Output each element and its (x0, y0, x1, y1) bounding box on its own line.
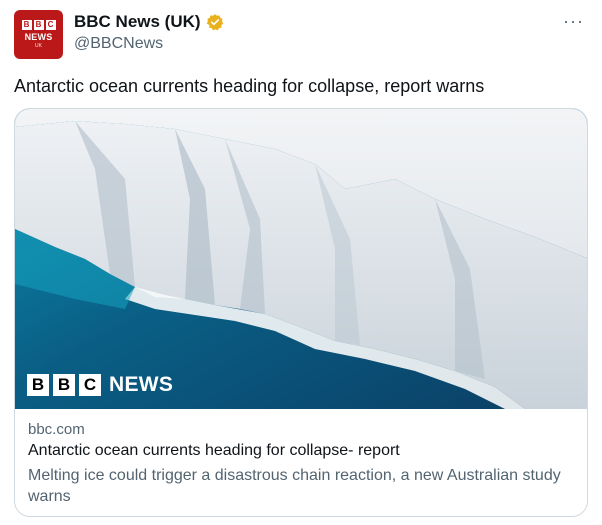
tweet-header: B B C NEWS UK BBC News (UK) @BBCNews ··· (14, 10, 590, 62)
iceberg-photo (15, 109, 587, 409)
verified-badge-icon (206, 14, 223, 31)
logo-letter: C (79, 374, 101, 396)
card-meta: bbc.com Antarctic ocean currents heading… (28, 421, 576, 507)
logo-word: NEWS (24, 32, 53, 42)
card-domain: bbc.com (28, 421, 85, 438)
bbc-logo-icon: B B C (21, 20, 56, 30)
display-name[interactable]: BBC News (UK) (74, 12, 201, 32)
card-description: Melting ice could trigger a disastrous c… (28, 467, 561, 505)
logo-sub: UK (35, 43, 42, 49)
more-options-icon[interactable]: ··· (563, 12, 584, 30)
link-card[interactable]: B B C NEWS bbc.com Antarctic ocean curre… (14, 108, 588, 517)
tweet-text: Antarctic ocean currents heading for col… (14, 76, 485, 96)
user-info: BBC News (UK) @BBCNews (74, 12, 224, 53)
logo-letter: B (33, 20, 44, 30)
logo-letter: C (45, 20, 56, 30)
card-image[interactable]: B B C NEWS (15, 109, 587, 409)
logo-letter: B (21, 20, 32, 30)
user-handle[interactable]: @BBCNews (74, 35, 224, 53)
card-title[interactable]: Antarctic ocean currents heading for col… (28, 442, 576, 460)
bbc-news-watermark: B B C NEWS (27, 373, 173, 397)
logo-letter: B (27, 374, 49, 396)
logo-letter: B (53, 374, 75, 396)
logo-word: NEWS (109, 373, 174, 396)
avatar[interactable]: B B C NEWS UK (14, 10, 63, 59)
